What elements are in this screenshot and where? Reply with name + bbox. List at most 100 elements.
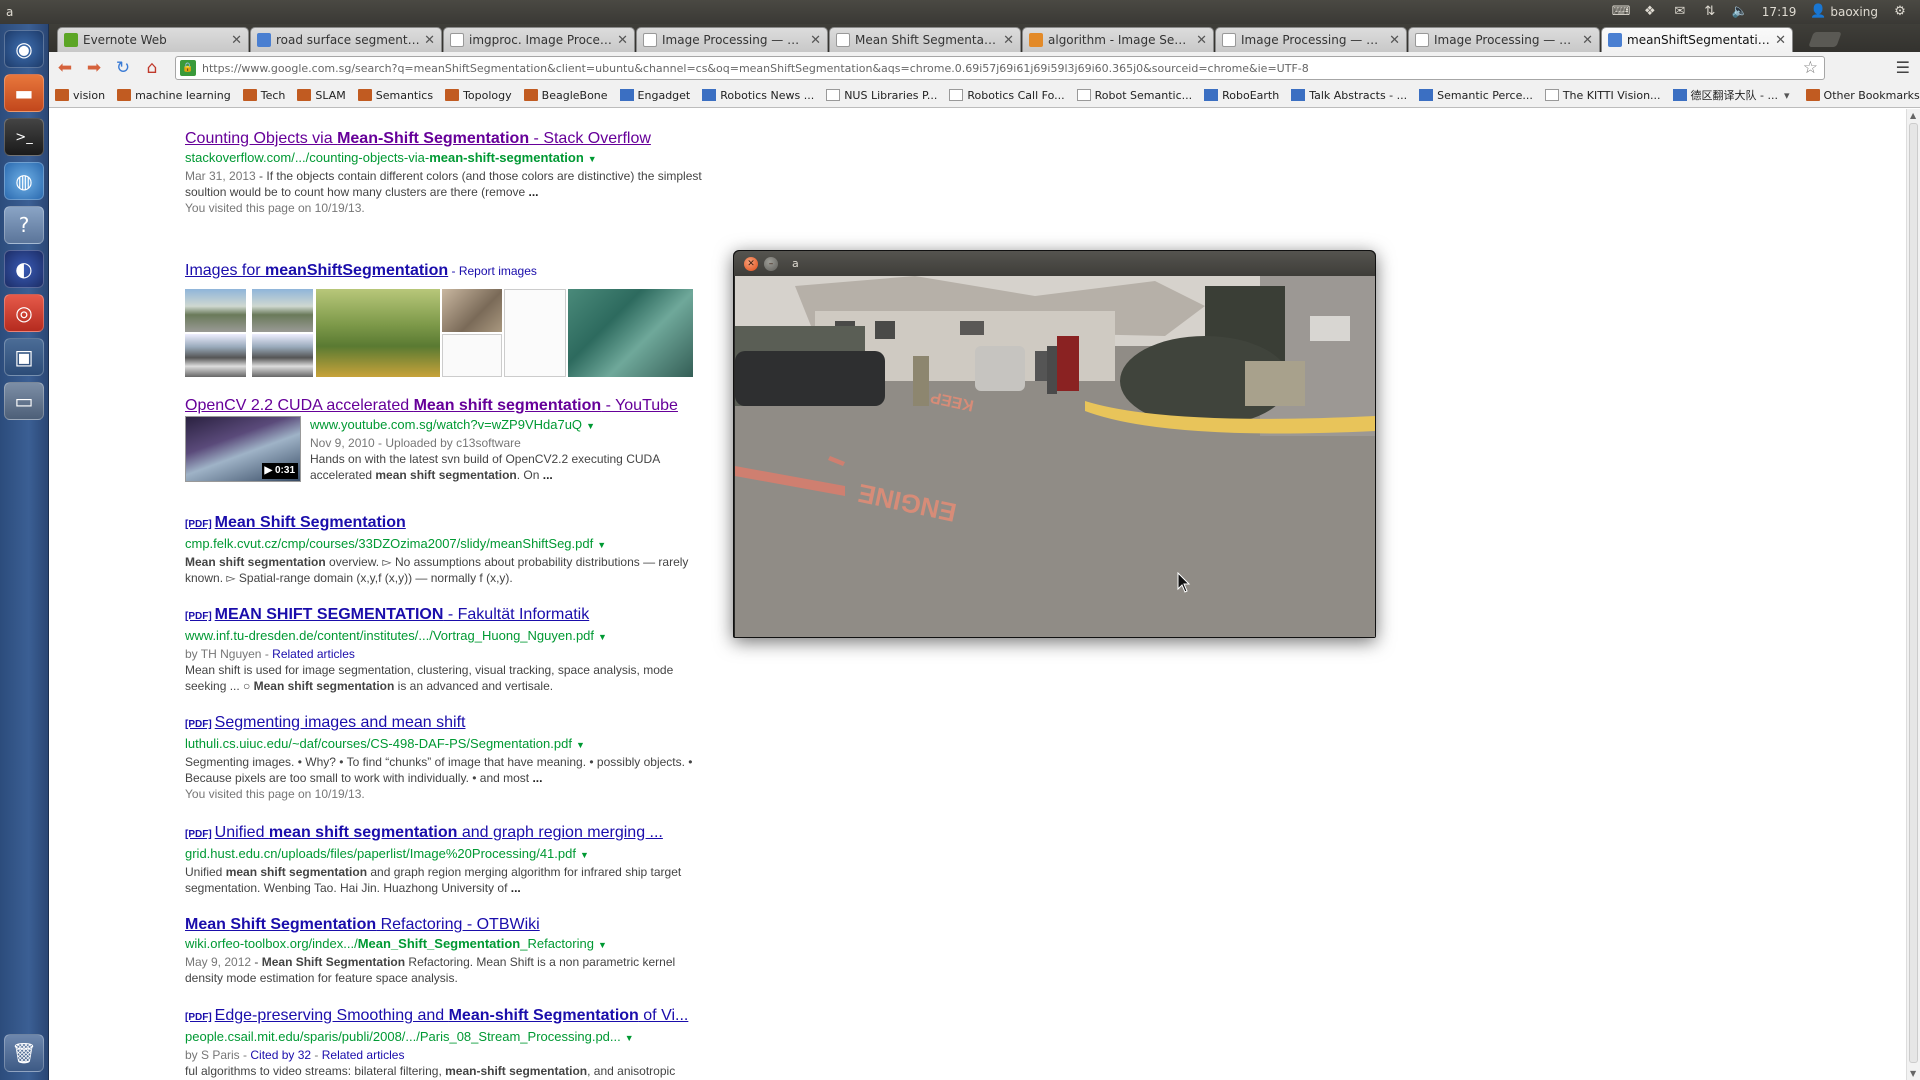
- bookmark-folder[interactable]: Tech: [237, 85, 292, 105]
- image-thumbnail[interactable]: [252, 334, 313, 377]
- bookmark-folder[interactable]: BeagleBone: [518, 85, 614, 105]
- url-dropdown-arrow-icon[interactable]: ▼: [597, 540, 606, 550]
- segmentation-output-window[interactable]: ✕ – a ENGINE KEEP: [733, 250, 1376, 638]
- window-minimize-icon[interactable]: –: [764, 256, 778, 271]
- bookmark-item[interactable]: RoboEarth: [1198, 85, 1285, 105]
- cited-by-link[interactable]: Cited by 32: [250, 1048, 311, 1062]
- image-thumbnail[interactable]: [316, 289, 440, 377]
- bookmark-item[interactable]: Robotics News ...: [696, 85, 820, 105]
- url-dropdown-arrow-icon[interactable]: ▼: [588, 154, 597, 164]
- reload-button[interactable]: ↻: [110, 55, 136, 81]
- tab-close-icon[interactable]: ✕: [1196, 33, 1207, 48]
- clock[interactable]: 17:19: [1762, 5, 1797, 19]
- result-title-link[interactable]: Mean Shift Segmentation Refactoring - OT…: [185, 915, 705, 935]
- tab-close-icon[interactable]: ✕: [1775, 33, 1786, 48]
- result-title-link[interactable]: [PDF] Edge-preserving Smoothing and Mean-…: [185, 1006, 705, 1028]
- gear-icon[interactable]: ⚙: [1892, 5, 1908, 19]
- dash-home-icon[interactable]: ◉: [4, 30, 44, 68]
- scrollbar-thumb[interactable]: [1909, 123, 1918, 1063]
- result-title-link[interactable]: Counting Objects via Mean-Shift Segmenta…: [185, 129, 705, 149]
- forward-button[interactable]: ➡: [81, 55, 107, 81]
- image-thumbnail[interactable]: [442, 289, 502, 332]
- bookmark-item[interactable]: NUS Libraries P...: [820, 85, 943, 105]
- url-dropdown-arrow-icon[interactable]: ▼: [598, 940, 607, 950]
- tab-close-icon[interactable]: ✕: [1389, 33, 1400, 48]
- network-icon[interactable]: ⇅: [1702, 5, 1718, 19]
- bookmark-folder[interactable]: Semantics: [352, 85, 439, 105]
- drive-icon[interactable]: ▭: [4, 382, 44, 420]
- video-thumbnail[interactable]: ▶ 0:31: [185, 416, 301, 482]
- trash-icon[interactable]: 🗑: [4, 1034, 44, 1072]
- eclipse-icon[interactable]: ◐: [4, 250, 44, 288]
- related-articles-link[interactable]: Related articles: [322, 1048, 405, 1062]
- document-viewer-icon[interactable]: ◎: [4, 294, 44, 332]
- url-dropdown-arrow-icon[interactable]: ▼: [576, 740, 585, 750]
- help-icon[interactable]: ?: [4, 206, 44, 244]
- tab-close-icon[interactable]: ✕: [424, 33, 435, 48]
- image-thumbnail[interactable]: [185, 289, 246, 332]
- files-icon[interactable]: ▬: [4, 74, 44, 112]
- new-tab-button[interactable]: [1808, 32, 1842, 47]
- image-thumbnail[interactable]: [504, 289, 566, 377]
- user-menu[interactable]: 👤 baoxing: [1810, 5, 1878, 20]
- bookmark-item[interactable]: Engadget: [614, 85, 697, 105]
- browser-tab[interactable]: imgproc. Image Processin ✕: [443, 27, 635, 52]
- other-bookmarks-folder[interactable]: Other Bookmarks: [1800, 85, 1920, 105]
- bookmark-folder[interactable]: Topology: [439, 85, 518, 105]
- address-bar[interactable]: 🔒 https://www.google.com.sg/search?q=mea…: [175, 56, 1825, 80]
- keyboard-icon[interactable]: ⌨: [1612, 5, 1631, 19]
- chromium-icon[interactable]: ◍: [4, 162, 44, 200]
- browser-tab[interactable]: algorithm - Image Segme ✕: [1022, 27, 1214, 52]
- images-title-link[interactable]: Images for meanShiftSegmentation: [185, 262, 448, 279]
- result-title-link[interactable]: [PDF] Unified mean shift segmentation and…: [185, 823, 705, 845]
- scroll-up-arrow-icon[interactable]: ▲: [1910, 111, 1916, 120]
- browser-tab[interactable]: Mean Shift Segmentation ✕: [829, 27, 1021, 52]
- tab-close-icon[interactable]: ✕: [810, 33, 821, 48]
- window-close-icon[interactable]: ✕: [744, 256, 758, 271]
- browser-tab[interactable]: meanShiftSegmentation - ✕: [1601, 27, 1793, 52]
- bookmark-item[interactable]: 德区翻译大队 - ...: [1667, 85, 1784, 105]
- mail-icon[interactable]: ✉: [1672, 5, 1688, 19]
- url-dropdown-arrow-icon[interactable]: ▼: [625, 1033, 634, 1043]
- bookmark-folder[interactable]: machine learning: [111, 85, 237, 105]
- image-thumbnail[interactable]: [185, 334, 246, 377]
- image-thumbnail[interactable]: [442, 334, 502, 377]
- bookmark-item[interactable]: Robot Semantic...: [1071, 85, 1199, 105]
- bookmark-item[interactable]: Robotics Call Fo...: [943, 85, 1070, 105]
- bookmark-folder[interactable]: vision: [49, 85, 111, 105]
- url-dropdown-arrow-icon[interactable]: ▼: [598, 632, 607, 642]
- bookmark-folder[interactable]: SLAM: [291, 85, 351, 105]
- result-title-link[interactable]: [PDF] Segmenting images and mean shift: [185, 713, 705, 735]
- scroll-down-arrow-icon[interactable]: ▼: [1910, 1069, 1916, 1078]
- result-title-link[interactable]: OpenCV 2.2 CUDA accelerated Mean shift s…: [185, 396, 705, 416]
- tab-close-icon[interactable]: ✕: [617, 33, 628, 48]
- dropbox-icon[interactable]: ❖: [1642, 5, 1658, 19]
- browser-tab[interactable]: Image Processing — Ope ✕: [1408, 27, 1600, 52]
- browser-tab[interactable]: Evernote Web ✕: [57, 27, 249, 52]
- workspace-switcher-icon[interactable]: ▣: [4, 338, 44, 376]
- chrome-menu-icon[interactable]: ☰: [1896, 58, 1910, 77]
- result-title-link[interactable]: [PDF] MEAN SHIFT SEGMENTATION - Fakultät …: [185, 605, 705, 627]
- browser-tab[interactable]: Image Processing — Ope ✕: [636, 27, 828, 52]
- url-dropdown-arrow-icon[interactable]: ▼: [586, 421, 595, 431]
- page-scrollbar[interactable]: ▲ ▼: [1906, 109, 1920, 1080]
- bookmark-item[interactable]: Talk Abstracts - ...: [1285, 85, 1413, 105]
- window-titlebar[interactable]: ✕ – a: [734, 251, 1375, 276]
- tab-close-icon[interactable]: ✕: [231, 33, 242, 48]
- image-thumbnail[interactable]: [252, 289, 313, 332]
- bookmark-star-icon[interactable]: ☆: [1803, 58, 1818, 78]
- volume-icon[interactable]: 🔈: [1732, 5, 1748, 19]
- browser-tab[interactable]: road surface segmentatio ✕: [250, 27, 442, 52]
- image-thumbnail[interactable]: [568, 289, 693, 377]
- bookmarks-overflow-chevron-icon[interactable]: ▾: [1784, 89, 1790, 102]
- home-button[interactable]: ⌂: [139, 55, 165, 81]
- result-title-link[interactable]: [PDF] Mean Shift Segmentation: [185, 513, 705, 535]
- report-images-link[interactable]: - Report images: [448, 264, 537, 278]
- url-dropdown-arrow-icon[interactable]: ▼: [580, 850, 589, 860]
- browser-tab[interactable]: Image Processing — Ope ✕: [1215, 27, 1407, 52]
- bookmark-item[interactable]: The KITTI Vision...: [1539, 85, 1667, 105]
- tab-close-icon[interactable]: ✕: [1582, 33, 1593, 48]
- related-articles-link[interactable]: Related articles: [272, 647, 355, 661]
- bookmark-item[interactable]: Semantic Perce...: [1413, 85, 1539, 105]
- back-button[interactable]: ⬅: [52, 55, 78, 81]
